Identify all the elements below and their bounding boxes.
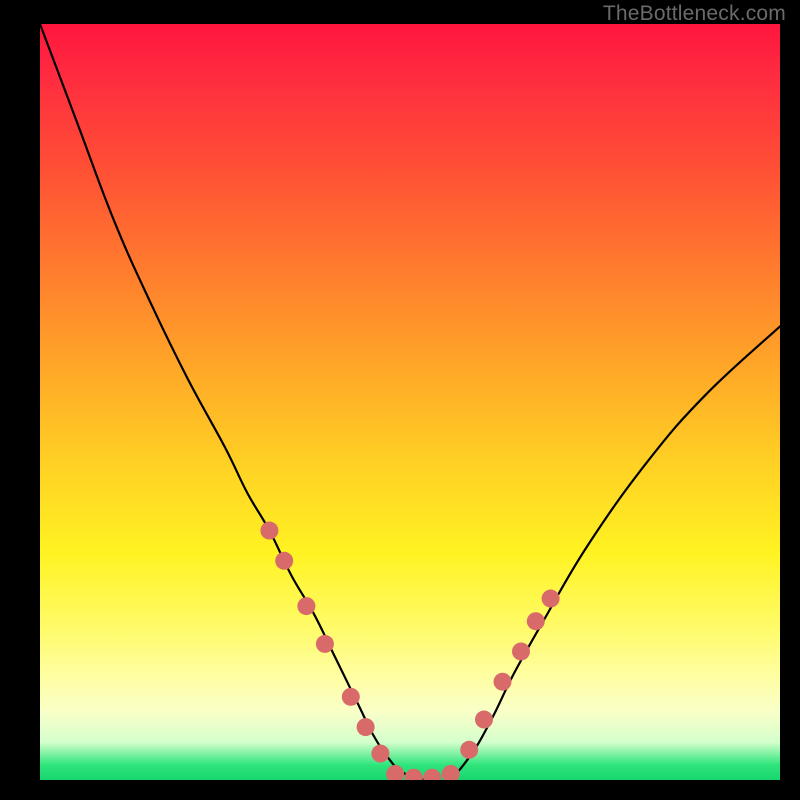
curve-dot: [357, 718, 375, 736]
plot-area: [40, 24, 780, 780]
chart-stage: TheBottleneck.com: [0, 0, 800, 800]
bottleneck-curve: [40, 24, 780, 780]
curve-dot: [405, 769, 423, 780]
curve-dot: [527, 612, 545, 630]
watermark-text: TheBottleneck.com: [603, 2, 786, 26]
curve-dot: [512, 642, 530, 660]
curve-dot: [371, 745, 389, 763]
chart-svg: [40, 24, 780, 780]
curve-dot: [316, 635, 334, 653]
curve-dot: [342, 688, 360, 706]
curve-dot: [275, 552, 293, 570]
curve-dot: [475, 711, 493, 729]
curve-dot: [442, 765, 460, 780]
curve-dot: [297, 597, 315, 615]
curve-dot: [386, 765, 404, 780]
curve-dot: [460, 741, 478, 759]
curve-dot: [423, 769, 441, 780]
curve-dot: [260, 522, 278, 540]
curve-dots: [260, 522, 559, 780]
curve-dot: [494, 673, 512, 691]
curve-dot: [542, 590, 560, 608]
